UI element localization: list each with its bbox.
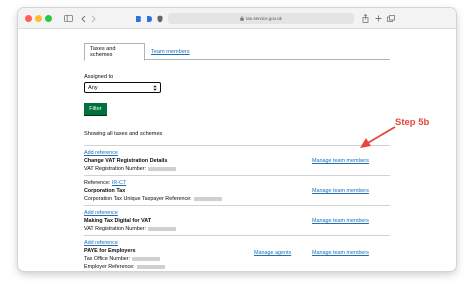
redacted-value [136,264,165,269]
add-reference-link[interactable]: Add reference [84,210,118,216]
step-annotation: Step 5b [395,117,430,128]
assigned-to-label: Assigned to [84,74,114,80]
url-text: tax.service.gov.uk [246,16,282,21]
share-icon[interactable] [361,12,369,25]
address-bar[interactable]: tax.service.gov.uk [168,13,354,24]
page-content: Taxes and schemes Team members Assigned … [18,29,456,271]
add-reference-link[interactable]: Add reference [84,240,118,246]
redacted-value [132,256,161,261]
extension-icon[interactable] [145,12,153,25]
redacted-value [148,226,177,231]
manage-team-members-link[interactable]: Manage team members [312,218,369,224]
table-row: Add reference Making Tax Digital for VAT… [84,205,390,237]
reference-line: Reference: IR-CT [84,180,127,186]
manage-team-members-link[interactable]: Manage team members [312,158,369,164]
scheme-name: Making Tax Digital for VAT [84,218,152,224]
scheme-name: PAYE for Employers [84,248,136,254]
forward-icon[interactable] [89,12,97,25]
minimize-window-button[interactable] [35,15,42,22]
tab-list: Taxes and schemes Team members [84,43,390,61]
scheme-detail: Corporation Tax Unique Taxpayer Referenc… [84,196,222,202]
scheme-detail: VAT Registration Number: [84,166,177,172]
extension-icon[interactable] [134,12,142,25]
scheme-detail: Tax Office Number: [84,256,161,262]
manage-team-members-link[interactable]: Manage team members [312,188,369,194]
select-arrows-icon [153,85,157,91]
assigned-to-value: Any [88,84,98,91]
assigned-to-select[interactable]: Any [84,82,161,93]
sidebar-toggle-icon[interactable] [63,12,73,25]
redacted-value [193,196,222,201]
redacted-value [148,166,177,171]
scheme-name: Corporation Tax [84,188,126,194]
manage-agents-link[interactable]: Manage agents [254,250,291,256]
new-tab-icon[interactable] [374,12,382,25]
manage-team-members-link[interactable]: Manage team members [312,250,369,256]
table-row: Reference: IR-CT Corporation Tax Corpora… [84,175,390,207]
lock-icon [240,16,244,21]
table-row: Add reference Change VAT Registration De… [84,145,390,177]
tab-overview-icon[interactable] [386,12,395,25]
filter-button[interactable]: Filter [84,103,107,115]
shield-icon[interactable] [156,12,164,25]
tab-team-members[interactable]: Team members [146,43,195,60]
annotation-arrow-icon [360,126,396,148]
browser-toolbar: tax.service.gov.uk [18,8,456,29]
back-icon[interactable] [79,12,87,25]
reference-link[interactable]: IR-CT [112,180,126,186]
scheme-name: Change VAT Registration Details [84,158,168,164]
close-window-button[interactable] [25,15,32,22]
add-reference-link[interactable]: Add reference [84,150,118,156]
tab-taxes-and-schemes[interactable]: Taxes and schemes [84,43,145,61]
zoom-window-button[interactable] [45,15,52,22]
scheme-detail: Employer Reference: [84,264,165,270]
scheme-detail: VAT Registration Number: [84,226,177,232]
table-row: Add reference PAYE for Employers Tax Off… [84,235,390,271]
results-summary: Showing all taxes and schemes [84,131,163,137]
